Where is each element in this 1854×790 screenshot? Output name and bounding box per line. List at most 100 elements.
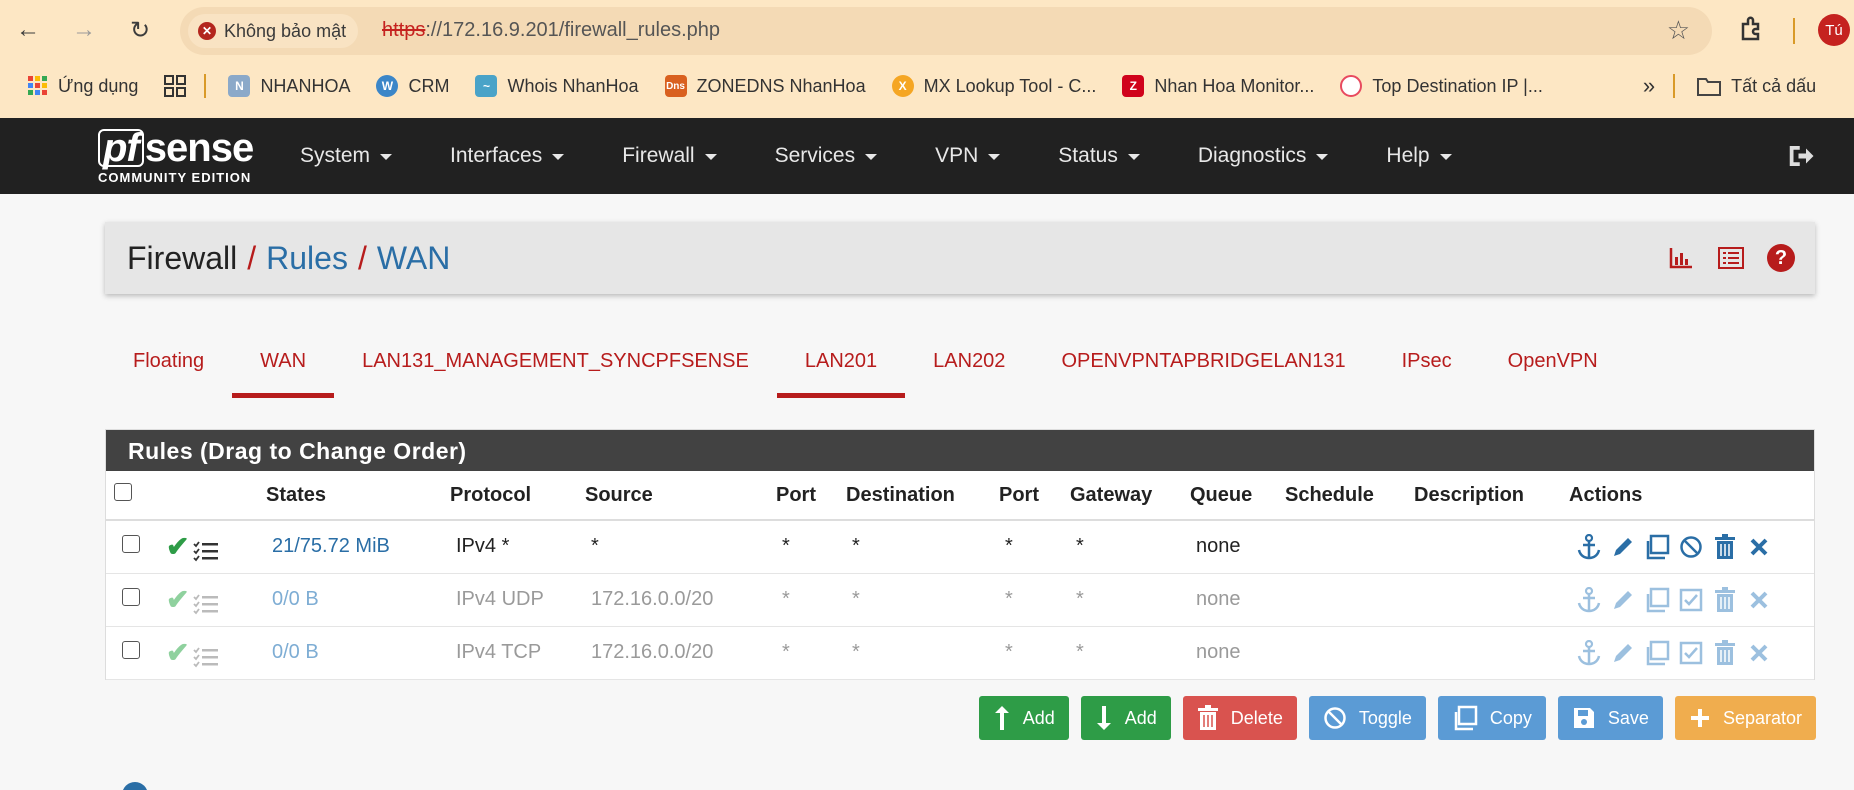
list-icon[interactable] [193,646,219,668]
all-bookmarks-folder[interactable]: Tất cả dấu [1697,76,1816,97]
menu-diagnostics[interactable]: Diagnostics [1198,144,1329,168]
copy-icon[interactable] [1643,639,1671,667]
edit-pencil-icon[interactable] [1609,533,1637,561]
save-button[interactable]: Save [1557,696,1663,740]
tab-openvpntapbridge[interactable]: OPENVPNTAPBRIDGELAN131 [1033,340,1373,398]
menu-label: Firewall [622,144,695,167]
bookmark-mxlookup[interactable]: X MX Lookup Tool - C... [891,75,1096,97]
header-states[interactable]: States [266,471,450,521]
menu-status[interactable]: Status [1058,144,1140,168]
header-schedule[interactable]: Schedule [1285,471,1414,521]
delete-x-icon[interactable] [1745,586,1773,614]
edit-pencil-icon[interactable] [1609,639,1637,667]
copy-icon[interactable] [1643,586,1671,614]
forward-icon[interactable]: → [64,10,104,50]
address-bar[interactable]: ✕ Không bảo mật https://172.16.9.201/fir… [180,7,1712,55]
select-all-checkbox[interactable] [114,483,132,501]
add-top-button[interactable]: Add [978,696,1069,740]
profile-avatar[interactable]: Tú [1818,14,1850,46]
anchor-icon[interactable] [1575,533,1603,561]
states-link[interactable]: 21/75.72 MiB [266,520,450,574]
table-row[interactable]: ✔ 0/0 B IPv4 TCP 172.16.0.0/20 * * * * n… [106,626,1814,680]
tab-wan[interactable]: WAN [232,340,335,398]
list-icon[interactable] [193,540,219,562]
header-description[interactable]: Description [1414,471,1569,521]
help-icon[interactable]: ? [1767,244,1795,272]
menu-interfaces[interactable]: Interfaces [450,144,565,168]
add-bottom-button[interactable]: Add [1080,696,1171,740]
anchor-icon[interactable] [1575,586,1603,614]
trash-icon[interactable] [1711,586,1739,614]
header-gateway[interactable]: Gateway [1070,471,1190,521]
delete-x-icon[interactable] [1745,533,1773,561]
row-checkbox[interactable] [122,640,140,659]
log-list-icon[interactable] [1717,244,1745,272]
row-checkbox[interactable] [122,587,140,606]
tab-openvpn[interactable]: OpenVPN [1480,340,1626,398]
header-destination[interactable]: Destination [846,471,999,521]
table-row[interactable]: ✔ 21/75.72 MiB IPv4 * * * * * * none [106,520,1814,574]
header-port2[interactable]: Port [999,471,1070,521]
breadcrumb-rules-link[interactable]: Rules [266,240,348,277]
bookmark-nhanhoa[interactable]: N NHANHOA [228,75,350,97]
disable-ban-icon[interactable] [1677,533,1705,561]
header-queue[interactable]: Queue [1190,471,1285,521]
bookmark-monitor[interactable]: Z Nhan Hoa Monitor... [1122,75,1314,97]
copy-icon[interactable] [1643,533,1671,561]
breadcrumb-wan-link[interactable]: WAN [377,240,450,277]
header-protocol[interactable]: Protocol [450,471,585,521]
bookmark-whois[interactable]: ~ Whois NhanHoa [475,75,639,97]
url-path: ://172.16.9.201/firewall_rules.php [425,19,720,41]
reload-icon[interactable]: ↻ [120,10,160,50]
menu-label: Interfaces [450,144,543,167]
logout-icon[interactable] [1786,141,1816,171]
mxtoolbox-favicon: X [891,75,914,97]
bar-chart-icon[interactable] [1667,244,1695,272]
tab-lan201[interactable]: LAN201 [776,340,906,398]
bookmark-zonedns[interactable]: Dns ZONEDNS NhanHoa [664,75,866,97]
copy-icon [1454,705,1478,731]
menu-firewall[interactable]: Firewall [622,144,717,168]
pfsense-logo[interactable]: pf sense COMMUNITY EDITION [98,128,254,185]
trash-icon[interactable] [1711,533,1739,561]
enable-check-square-icon[interactable] [1677,586,1705,614]
row-checkbox[interactable] [122,534,140,553]
extensions-icon[interactable] [1738,14,1768,44]
states-link[interactable]: 0/0 B [266,573,450,627]
list-icon[interactable] [193,593,219,615]
anchor-icon[interactable] [1575,639,1603,667]
tab-groups-icon[interactable] [164,75,187,97]
menu-help[interactable]: Help [1386,144,1452,168]
table-row[interactable]: ✔ 0/0 B IPv4 UDP 172.16.0.0/20 * * * * n… [106,573,1814,627]
menu-services[interactable]: Services [775,144,878,168]
bookmark-crm[interactable]: W CRM [376,75,449,97]
info-icon[interactable] [122,782,148,790]
menu-vpn[interactable]: VPN [935,144,1001,168]
copy-button[interactable]: Copy [1437,696,1546,740]
bookmark-label: Top Destination IP |... [1372,75,1543,96]
back-icon[interactable]: ← [8,10,48,50]
bookmark-apps[interactable]: Ứng dụng [28,76,138,97]
delete-button[interactable]: Delete [1182,696,1297,740]
security-chip[interactable]: ✕ Không bảo mật [188,14,359,48]
more-bookmarks-icon[interactable]: » [1643,73,1655,99]
header-source[interactable]: Source [585,471,776,521]
enable-check-square-icon[interactable] [1677,639,1705,667]
states-link[interactable]: 0/0 B [266,626,450,680]
menu-system[interactable]: System [300,144,393,168]
toggle-button[interactable]: Toggle [1308,696,1426,740]
tab-lan131-management[interactable]: LAN131_MANAGEMENT_SYNCPFSENSE [334,340,777,398]
edit-pencil-icon[interactable] [1609,586,1637,614]
bookmark-topdest[interactable]: Top Destination IP |... [1340,75,1543,97]
tab-floating[interactable]: Floating [105,340,232,398]
bookmark-star-icon[interactable]: ☆ [1667,15,1690,46]
url-text[interactable]: https://172.16.9.201/firewall_rules.php [382,19,720,42]
header-blank [166,471,266,521]
separator-button[interactable]: Separator [1674,696,1816,740]
header-port[interactable]: Port [776,471,846,521]
tab-lan202[interactable]: LAN202 [905,340,1033,398]
delete-x-icon[interactable] [1745,639,1773,667]
bookmark-label: Ứng dụng [58,75,139,96]
tab-ipsec[interactable]: IPsec [1374,340,1480,398]
trash-icon[interactable] [1711,639,1739,667]
